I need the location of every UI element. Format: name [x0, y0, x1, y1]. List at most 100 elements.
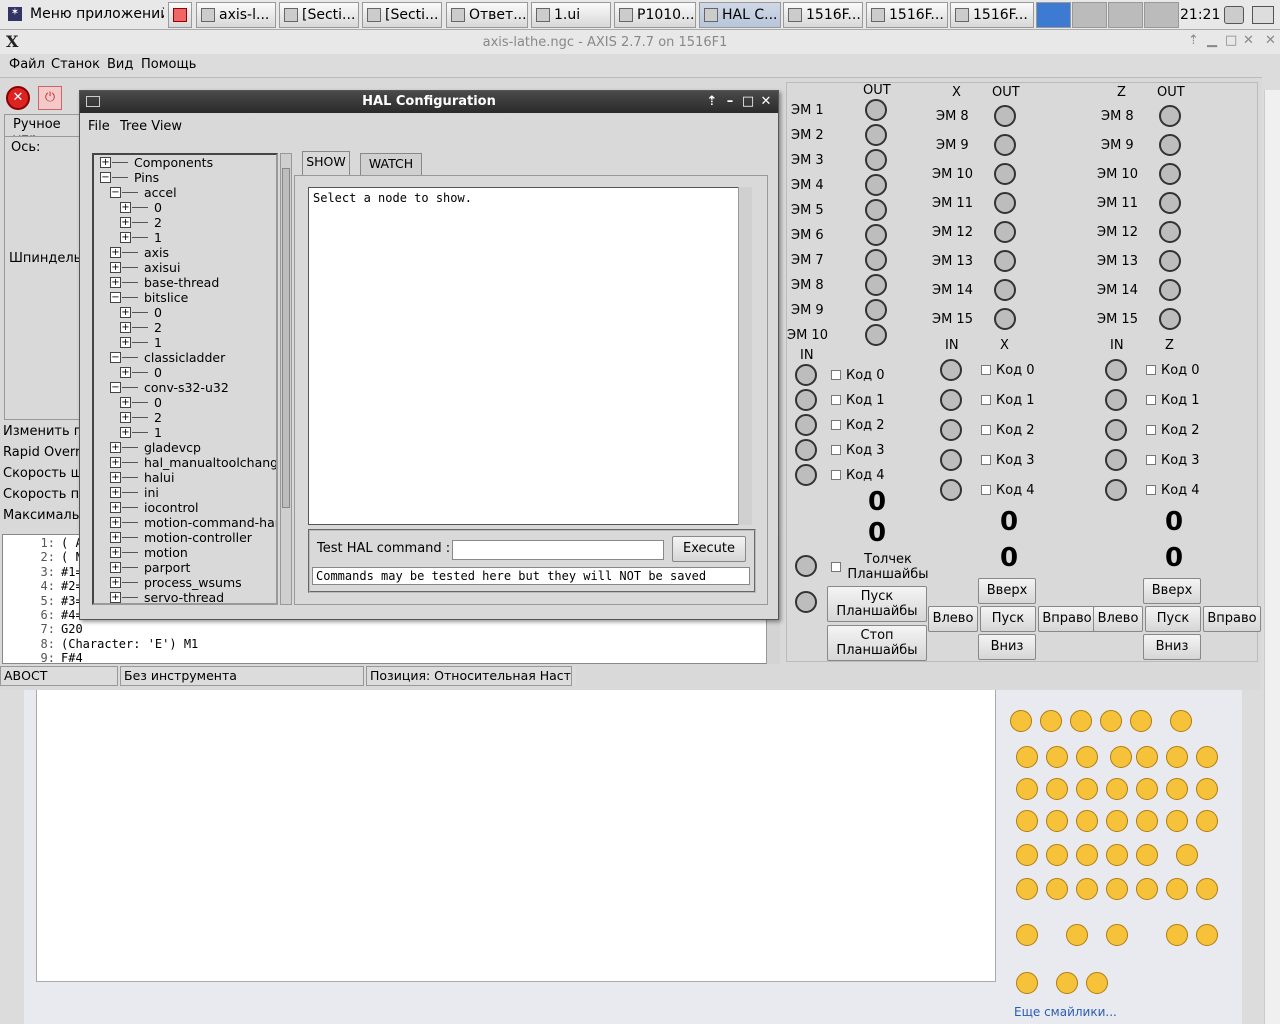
smiley-icon[interactable] — [1016, 972, 1038, 994]
battery-icon[interactable] — [1252, 6, 1274, 24]
tree-node[interactable]: motion-controller — [144, 530, 252, 545]
apps-menu-button[interactable]: ✶ Меню приложений — [2, 2, 164, 28]
tree-node[interactable]: classicladder — [144, 350, 225, 365]
smiley-icon[interactable] — [1076, 844, 1098, 866]
expand-toggle-icon[interactable]: + — [110, 502, 121, 513]
expand-toggle-icon[interactable]: + — [110, 517, 121, 528]
taskbar-item[interactable]: Ответ... — [446, 2, 528, 28]
smiley-icon[interactable] — [1136, 878, 1158, 900]
code-checkbox[interactable] — [981, 425, 991, 435]
taskbar-item[interactable]: 1.ui — [531, 2, 611, 28]
expand-toggle-icon[interactable]: + — [110, 592, 121, 603]
hal-menu-tree-view[interactable]: Tree View — [120, 119, 182, 134]
code-checkbox[interactable] — [981, 395, 991, 405]
taskbar-item[interactable]: axis-l... — [196, 2, 276, 28]
tree-node[interactable]: 1 — [154, 230, 162, 245]
smiley-icon[interactable] — [1166, 878, 1188, 900]
workspace-3[interactable] — [1108, 2, 1143, 28]
tree-scrollbar[interactable] — [280, 153, 292, 605]
tree-node[interactable]: conv-s32-u32 — [144, 380, 229, 395]
expand-toggle-icon[interactable]: + — [120, 427, 131, 438]
machine-power-button[interactable]: ⏻ — [38, 86, 62, 110]
smiley-icon[interactable] — [1016, 844, 1038, 866]
smiley-icon[interactable] — [1100, 710, 1122, 732]
tree-node[interactable]: Components — [134, 155, 213, 170]
smiley-icon[interactable] — [1046, 778, 1068, 800]
smiley-icon[interactable] — [1106, 844, 1128, 866]
code-checkbox[interactable] — [831, 395, 841, 405]
taskbar-logout-button[interactable] — [168, 2, 192, 28]
taskbar-item[interactable]: 1516F... — [950, 2, 1034, 28]
smiley-icon[interactable] — [1136, 778, 1158, 800]
expand-toggle-icon[interactable]: − — [110, 352, 121, 363]
tree-scroll-thumb[interactable] — [282, 168, 290, 508]
tree-node[interactable]: gladevcp — [144, 440, 201, 455]
tree-node[interactable]: motion-command-har — [144, 515, 276, 530]
expand-toggle-icon[interactable]: + — [120, 322, 131, 333]
smiley-icon[interactable] — [1046, 810, 1068, 832]
code-checkbox[interactable] — [831, 370, 841, 380]
workspace-2[interactable] — [1072, 2, 1107, 28]
code-checkbox[interactable] — [1146, 455, 1156, 465]
expand-toggle-icon[interactable]: + — [110, 532, 121, 543]
expand-toggle-icon[interactable]: + — [110, 562, 121, 573]
smiley-icon[interactable] — [1130, 710, 1152, 732]
smiley-icon[interactable] — [1076, 878, 1098, 900]
smiley-icon[interactable] — [1196, 810, 1218, 832]
estop-button[interactable]: ✕ — [6, 86, 30, 110]
smiley-icon[interactable] — [1046, 746, 1068, 768]
smiley-icon[interactable] — [1016, 878, 1038, 900]
jog-right-button[interactable]: Вправо — [1038, 606, 1096, 632]
expand-toggle-icon[interactable]: + — [110, 262, 121, 273]
hal-menu-file[interactable]: File — [88, 119, 110, 134]
expand-toggle-icon[interactable]: + — [110, 442, 121, 453]
tree-node[interactable]: 0 — [154, 395, 162, 410]
expand-toggle-icon[interactable]: + — [110, 277, 121, 288]
smiley-icon[interactable] — [1016, 810, 1038, 832]
tree-node[interactable]: base-thread — [144, 275, 219, 290]
code-checkbox[interactable] — [1146, 485, 1156, 495]
expand-toggle-icon[interactable]: + — [120, 232, 131, 243]
tree-node[interactable]: bitslice — [144, 290, 188, 305]
chuck-stop-button[interactable]: Стоп Планшайбы — [827, 625, 927, 661]
tree-node[interactable]: hal_manualtoolchange — [144, 455, 276, 470]
tree-node[interactable]: 0 — [154, 305, 162, 320]
taskbar-item[interactable]: [Secti... — [362, 2, 442, 28]
jog-up-button[interactable]: Вверх — [978, 578, 1036, 604]
expand-toggle-icon[interactable]: + — [120, 397, 131, 408]
expand-toggle-icon[interactable]: + — [110, 547, 121, 558]
expand-toggle-icon[interactable]: + — [120, 202, 131, 213]
smiley-icon[interactable] — [1106, 924, 1128, 946]
code-checkbox[interactable] — [1146, 365, 1156, 375]
code-checkbox[interactable] — [981, 485, 991, 495]
menu-view[interactable]: Вид — [107, 57, 133, 72]
smiley-icon[interactable] — [1196, 778, 1218, 800]
tree-node[interactable]: parport — [144, 560, 190, 575]
workspace-1[interactable] — [1036, 2, 1071, 28]
smiley-icon[interactable] — [1170, 710, 1192, 732]
page-scrollbar[interactable] — [1264, 90, 1280, 1024]
jog-left-button[interactable]: Влево — [1093, 606, 1143, 632]
close-button[interactable]: ✕ — [1243, 33, 1254, 48]
tree-node[interactable]: iocontrol — [144, 500, 198, 515]
smiley-icon[interactable] — [1016, 924, 1038, 946]
tree-node[interactable]: motion — [144, 545, 188, 560]
code-checkbox[interactable] — [1146, 395, 1156, 405]
taskbar-item[interactable]: HAL C... — [699, 2, 781, 28]
jog-start-button[interactable]: Пуск — [1145, 606, 1201, 632]
workspace-4[interactable] — [1144, 2, 1179, 28]
tab-watch[interactable]: WATCH — [360, 153, 422, 175]
close-button-outer[interactable]: ✕ — [1265, 33, 1276, 48]
smiley-icon[interactable] — [1166, 746, 1188, 768]
tree-node[interactable]: 0 — [154, 365, 162, 380]
smiley-icon[interactable] — [1136, 746, 1158, 768]
tree-node[interactable]: 1 — [154, 425, 162, 440]
execute-button[interactable]: Execute — [672, 536, 746, 562]
minimize-button[interactable]: ▁ — [1207, 33, 1217, 48]
tree-node[interactable]: process_wsums — [144, 575, 242, 590]
smiley-icon[interactable] — [1076, 746, 1098, 768]
show-scrollbar[interactable] — [738, 187, 752, 525]
tree-node[interactable]: accel — [144, 185, 177, 200]
code-checkbox[interactable] — [1146, 425, 1156, 435]
shade-button[interactable]: ⇡ — [1188, 33, 1199, 48]
